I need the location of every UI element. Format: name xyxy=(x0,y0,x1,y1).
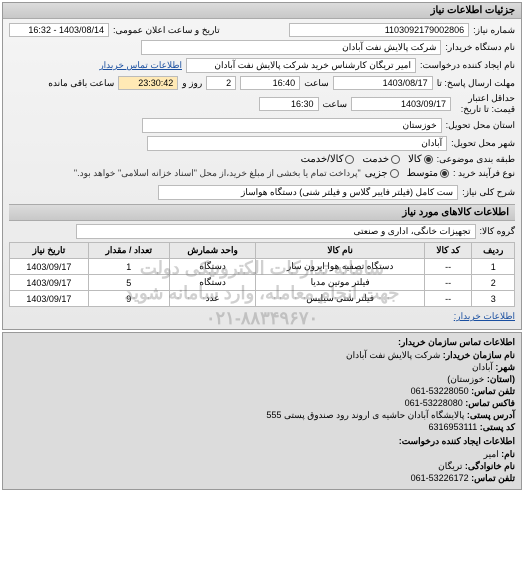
footer-title: اطلاعات تماس سازمان خریدار: xyxy=(9,337,515,348)
province-value: خوزستان xyxy=(142,118,442,133)
item-group-value: تجهیزات خانگی، اداری و صنعتی xyxy=(76,224,476,239)
radio-goods-service[interactable]: کالا/خدمت xyxy=(301,154,355,165)
footer-panel: اطلاعات تماس سازمان خریدار: نام سازمان خ… xyxy=(2,332,522,490)
footer-fname: امیر xyxy=(484,449,499,459)
footer-province: خوزستان) xyxy=(447,374,484,384)
col-header: تاریخ نیاز xyxy=(10,243,89,259)
radio-icon xyxy=(390,169,399,178)
item-group-label: گروه کالا: xyxy=(480,226,515,237)
price-validity-time-label: ساعت xyxy=(323,99,348,110)
footer-lname: تریگان xyxy=(438,461,462,471)
footer-req-phone: 53226172-061 xyxy=(411,473,469,483)
remain-time-label: ساعت باقی مانده xyxy=(48,78,114,89)
requester-label: نام ایجاد کننده درخواست: xyxy=(420,60,515,71)
details-panel: جزئیات اطلاعات نیاز شماره نیاز: 11030921… xyxy=(2,2,522,330)
buy-type-radios: متوسط جزیی xyxy=(365,168,449,179)
footer-post-addr: پالایشگاه آبادان حاشیه ی اروند رود صندوق… xyxy=(266,410,464,420)
buyer-contact-link[interactable]: اطلاعات تماس خریدار xyxy=(99,60,182,71)
footer-city: آبادان xyxy=(472,362,493,372)
table-row: 2--فیلتر موتین مدیادستگاه51403/09/17 xyxy=(10,275,515,291)
remain-days-value: 2 xyxy=(206,76,236,90)
footer-post-code: 6316953111 xyxy=(429,422,478,432)
radio-medium[interactable]: متوسط xyxy=(407,168,449,179)
deadline-time-label: ساعت xyxy=(304,78,329,89)
price-validity-label: حداقل اعتبار قیمت: تا تاریخ: xyxy=(455,93,515,115)
buy-type-label: نوع فرآیند خرید : xyxy=(453,168,515,179)
subject-group-radios: کالا خدمت کالا/خدمت xyxy=(301,154,433,165)
buyer-value: شرکت پالایش نفت آبادان xyxy=(141,40,441,55)
panel-title: جزئیات اطلاعات نیاز xyxy=(3,3,521,19)
need-title-label: شرح کلی نیاز: xyxy=(462,187,515,198)
col-header: کد کالا xyxy=(424,243,472,259)
radio-service[interactable]: خدمت xyxy=(362,154,400,165)
radio-icon xyxy=(345,155,354,164)
province-label: استان محل تحویل: xyxy=(446,120,515,131)
col-header: تعداد / مقدار xyxy=(88,243,169,259)
items-section-title: اطلاعات کالاهای مورد نیاز xyxy=(9,204,515,221)
items-tbody: 1--دستگاه تصفیه هوا ایرون ساردستگاه11403… xyxy=(10,259,515,307)
need-title-value: ست کامل (فیلتر فایبر گلاس و فیلتر شنی) د… xyxy=(158,185,458,200)
buyer-label: نام دستگاه خریدار: xyxy=(445,42,515,53)
buy-note: "پرداخت تمام یا بخشی از مبلغ خرید،از محل… xyxy=(74,168,361,179)
need-no-value: 1103092179002806 xyxy=(289,23,469,37)
deadline-date-value: 1403/08/17 xyxy=(333,76,433,90)
radio-icon xyxy=(424,155,433,164)
table-row: 3--فیلتر شنی سیلیسعدد91403/09/17 xyxy=(10,291,515,307)
city-value: آبادان xyxy=(147,136,447,151)
public-date-value: 1403/08/14 - 16:32 xyxy=(9,23,109,37)
buyer-info-link[interactable]: اطلاعات خریدار: xyxy=(454,311,515,322)
items-table: ردیفکد کالانام کالاواحد شمارشتعداد / مقد… xyxy=(9,242,515,307)
table-row: 1--دستگاه تصفیه هوا ایرون ساردستگاه11403… xyxy=(10,259,515,275)
radio-icon xyxy=(391,155,400,164)
col-header: واحد شمارش xyxy=(169,243,256,259)
city-label: شهر محل تحویل: xyxy=(451,138,515,149)
footer-phone: 53228050-061 xyxy=(411,386,469,396)
radio-icon xyxy=(440,169,449,178)
subject-group-label: طبقه بندی موضوعی: xyxy=(437,154,515,165)
radio-goods[interactable]: کالا xyxy=(408,154,433,165)
price-validity-date: 1403/09/17 xyxy=(351,97,451,111)
footer-fax: 53228080-061 xyxy=(405,398,463,408)
req-creator-title: اطلاعات ایجاد کننده درخواست: xyxy=(9,436,515,447)
col-header: نام کالا xyxy=(256,243,424,259)
price-validity-time: 16:30 xyxy=(259,97,319,111)
requester-value: امیر تریگان کارشناس خرید شرکت پالایش نفت… xyxy=(186,58,416,73)
footer-org: شرکت پالایش نفت آبادان xyxy=(346,350,440,360)
radio-partial[interactable]: جزیی xyxy=(365,168,399,179)
remain-time-value: 23:30:42 xyxy=(118,76,178,90)
public-date-label: تاریخ و ساعت اعلان عمومی: xyxy=(113,25,220,36)
need-no-label: شماره نیاز: xyxy=(473,25,515,36)
col-header: ردیف xyxy=(472,243,515,259)
deadline-label: مهلت ارسال پاسخ: تا xyxy=(437,78,515,89)
deadline-time-value: 16:40 xyxy=(240,76,300,90)
remain-days-label: روز و xyxy=(182,78,202,89)
items-header-row: ردیفکد کالانام کالاواحد شمارشتعداد / مقد… xyxy=(10,243,515,259)
